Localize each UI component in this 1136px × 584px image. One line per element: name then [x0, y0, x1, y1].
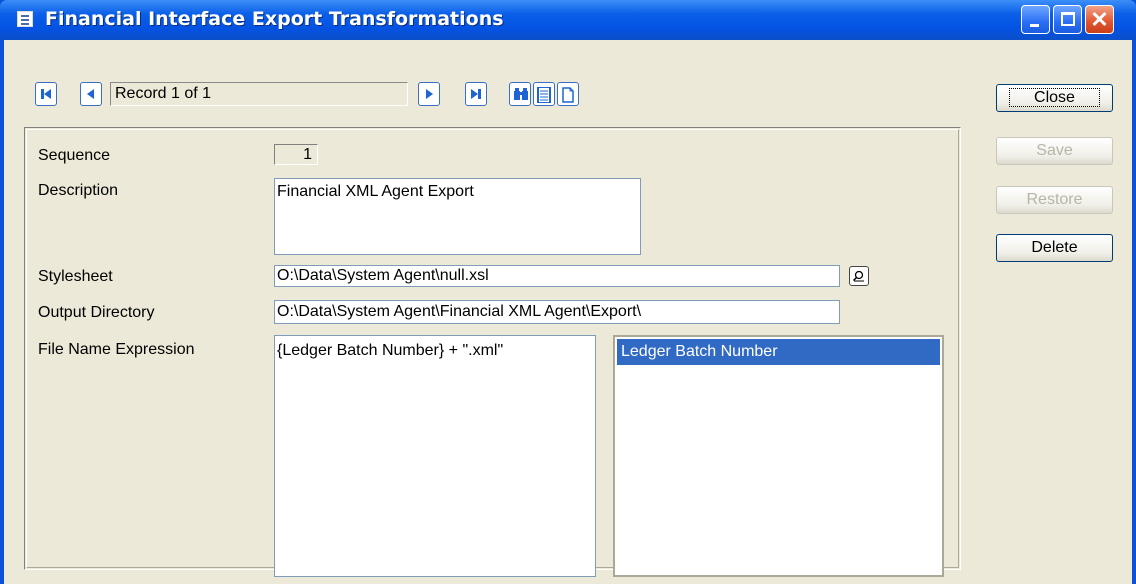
next-record-icon — [426, 89, 433, 99]
first-record-icon — [41, 89, 51, 99]
output-directory-field[interactable]: O:\Data\System Agent\Financial XML Agent… — [274, 300, 840, 324]
browse-file-icon — [852, 270, 864, 282]
next-record-button[interactable] — [418, 82, 440, 106]
save-button[interactable]: Save — [996, 137, 1113, 165]
save-button-label: Save — [1036, 142, 1073, 159]
title-bar[interactable]: Financial Interface Export Transformatio… — [0, 0, 1136, 40]
file-name-expression-label: File Name Expression — [38, 341, 195, 358]
last-record-icon — [471, 89, 481, 99]
list-item[interactable]: Ledger Batch Number — [617, 339, 940, 365]
output-directory-label: Output Directory — [38, 304, 155, 321]
minimize-button[interactable] — [1021, 5, 1050, 34]
list-view-button[interactable] — [533, 82, 555, 106]
file-name-expression-field[interactable]: {Ledger Batch Number} + ".xml" — [274, 335, 596, 577]
sequence-field: 1 — [274, 144, 318, 165]
binoculars-icon — [514, 88, 528, 100]
restore-button-label: Restore — [1026, 191, 1083, 208]
field-list[interactable]: Ledger Batch Number — [613, 335, 944, 577]
new-record-button[interactable] — [557, 82, 579, 106]
close-button[interactable]: Close — [996, 84, 1113, 112]
last-record-button[interactable] — [465, 82, 487, 106]
description-field[interactable]: Financial XML Agent Export — [274, 178, 641, 255]
close-icon: ✕ — [1090, 7, 1109, 32]
restore-button[interactable]: Restore — [996, 186, 1113, 214]
new-document-icon — [562, 87, 574, 103]
list-view-icon — [537, 87, 551, 103]
first-record-button[interactable] — [35, 82, 57, 106]
close-button-label: Close — [1009, 88, 1100, 107]
application-window: Financial Interface Export Transformatio… — [0, 0, 1136, 584]
delete-button[interactable]: Delete — [996, 234, 1113, 262]
delete-button-label: Delete — [1031, 239, 1078, 256]
maximize-button[interactable] — [1053, 5, 1082, 34]
description-label: Description — [38, 182, 119, 199]
sequence-label: Sequence — [38, 147, 111, 164]
browse-stylesheet-button[interactable] — [849, 266, 869, 286]
form-icon[interactable] — [17, 11, 33, 27]
window-title: Financial Interface Export Transformatio… — [45, 8, 504, 30]
previous-record-icon — [87, 89, 94, 99]
find-button[interactable] — [509, 82, 531, 106]
stylesheet-field[interactable]: O:\Data\System Agent\null.xsl — [274, 265, 840, 287]
record-indicator: Record 1 of 1 — [110, 82, 408, 106]
previous-record-button[interactable] — [80, 82, 102, 106]
stylesheet-label: Stylesheet — [38, 268, 113, 285]
close-window-button[interactable]: ✕ — [1085, 5, 1114, 34]
minimize-icon — [1030, 24, 1039, 27]
maximize-icon — [1061, 12, 1075, 26]
